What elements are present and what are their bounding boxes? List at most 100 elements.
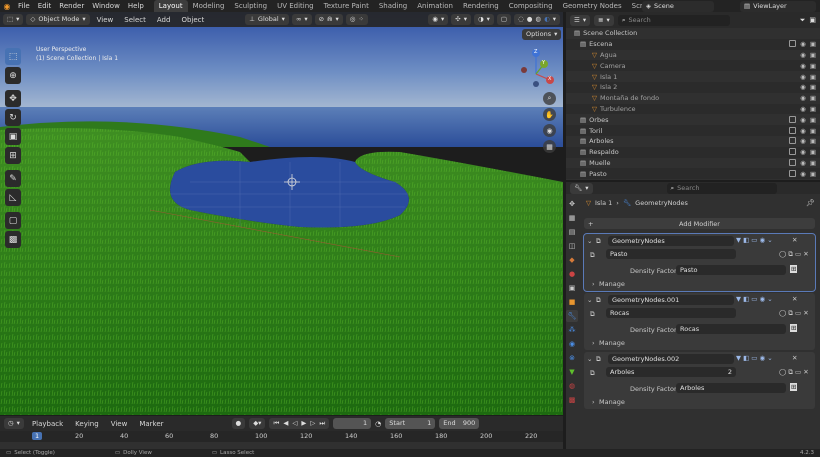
tab-compositing[interactable]: Compositing: [504, 0, 558, 12]
close-icon[interactable]: ✕: [792, 295, 797, 303]
density-field[interactable]: Rocas: [676, 324, 786, 334]
eye-icon[interactable]: ◉: [800, 137, 806, 145]
outliner-row[interactable]: ▤ Escena ◉ ▣: [566, 38, 820, 50]
pin-icon[interactable]: 📌︎: [806, 199, 815, 207]
modifier-tab-icon[interactable]: 🔧︎: [566, 310, 578, 322]
start-frame-field[interactable]: Start 1: [385, 418, 436, 429]
camera-render-icon[interactable]: ▣: [810, 137, 816, 145]
stopwatch-icon[interactable]: ◔: [375, 420, 381, 428]
density-field[interactable]: Pasto: [676, 265, 786, 275]
filter-icon[interactable]: ⏷: [800, 16, 806, 25]
world-tab-icon[interactable]: ●: [566, 268, 578, 280]
eye-icon[interactable]: ◉: [800, 170, 806, 178]
outliner-row[interactable]: ▤ Arboles ◉ ▣: [566, 136, 820, 147]
select-box-icon[interactable]: ⬚: [5, 48, 21, 65]
properties-editor-dropdown[interactable]: 🔧︎ ▾: [570, 182, 593, 194]
camera-render-icon[interactable]: ▣: [810, 148, 816, 156]
tab-texture-paint[interactable]: Texture Paint: [319, 0, 374, 12]
camera-render-icon[interactable]: ▣: [810, 127, 816, 135]
modifier-name-field[interactable]: GeometryNodes: [608, 236, 734, 246]
attribute-toggle-icon[interactable]: ⊞: [790, 383, 798, 391]
scene-selector[interactable]: ◈ Scene: [642, 1, 714, 12]
move-tool-icon[interactable]: ✥: [5, 90, 21, 107]
properties-search[interactable]: ⌕ Search: [666, 182, 777, 194]
navigation-gizmo[interactable]: Z X Y: [516, 48, 556, 88]
play-reverse-icon[interactable]: ◁: [292, 418, 297, 429]
node-group-actions[interactable]: ◯ ⧉ ▭ ✕: [779, 368, 809, 377]
collapse-chevron-icon[interactable]: ⌄: [587, 296, 592, 304]
overlay-toggle[interactable]: ◑ ▾: [473, 14, 494, 25]
tab-shading[interactable]: Shading: [374, 0, 412, 12]
exclude-checkbox[interactable]: [789, 148, 797, 156]
eye-icon[interactable]: ◉: [800, 51, 806, 59]
add-cube-alt-icon[interactable]: ▩: [5, 231, 21, 248]
outliner-search[interactable]: ⌕ Search: [617, 14, 730, 26]
play-icon[interactable]: ▶: [301, 418, 306, 429]
tab-animation[interactable]: Animation: [412, 0, 458, 12]
viewport-menu-view[interactable]: View: [93, 14, 118, 26]
modifier-toggle-icons[interactable]: ▼ ◧ ▭ ◉ ⌄: [736, 354, 773, 362]
view-layer-tab-icon[interactable]: ◫: [566, 240, 578, 252]
tab-sculpting[interactable]: Sculpting: [229, 0, 272, 12]
transform-orientation-dropdown[interactable]: ⊥ Global ▾: [245, 14, 289, 25]
density-field[interactable]: Arboles: [676, 383, 786, 393]
material-tab-icon[interactable]: ◍: [566, 380, 578, 392]
camera-render-icon[interactable]: ▣: [810, 159, 816, 167]
viewport-menu-object[interactable]: Object: [177, 14, 208, 26]
camera-render-icon[interactable]: ▣: [810, 51, 816, 59]
visibility-dropdown[interactable]: ◉ ▾: [428, 14, 449, 25]
tab-rendering[interactable]: Rendering: [458, 0, 504, 12]
mode-dropdown[interactable]: ◇ Object Mode ▾: [26, 14, 90, 25]
editor-type-dropdown[interactable]: ⬚ ▾: [3, 14, 24, 25]
close-icon[interactable]: ✕: [792, 354, 797, 362]
shading-modes[interactable]: ◌ ● ◍ ◐ ▾: [514, 14, 560, 25]
camera-render-icon[interactable]: ▣: [810, 94, 816, 102]
node-group-field[interactable]: Pasto: [606, 249, 736, 259]
viewport-menu-add[interactable]: Add: [153, 14, 175, 26]
record-toggle[interactable]: ●: [231, 418, 246, 429]
outliner-row[interactable]: ▽ Agua ◉ ▣: [566, 50, 820, 61]
snap-dropdown[interactable]: ⊘ ⋒ ▾: [314, 14, 343, 25]
annotate-tool-icon[interactable]: ✎: [5, 170, 21, 187]
current-frame-field[interactable]: 1: [333, 418, 372, 429]
eye-icon[interactable]: ◉: [800, 40, 806, 48]
manage-label[interactable]: Manage: [599, 280, 625, 288]
prev-key-icon[interactable]: ◀: [283, 418, 288, 429]
timeline-menu-playback[interactable]: Playback: [28, 418, 67, 430]
eye-icon[interactable]: ◉: [800, 62, 806, 70]
particles-tab-icon[interactable]: ⁂: [566, 324, 578, 336]
outliner-row[interactable]: ▤ Toril ◉ ▣: [566, 125, 820, 136]
outliner-row[interactable]: ▤ Respaldo ◉ ▣: [566, 146, 820, 158]
display-mode-dropdown[interactable]: ≣ ▾: [594, 14, 614, 26]
exclude-checkbox[interactable]: [789, 126, 797, 134]
eye-icon[interactable]: ◉: [800, 83, 806, 91]
collapse-chevron-icon[interactable]: ⌄: [587, 355, 592, 363]
jump-end-icon[interactable]: ⏭: [319, 418, 325, 429]
measure-tool-icon[interactable]: ◺: [5, 189, 21, 206]
exclude-checkbox[interactable]: [789, 137, 797, 145]
camera-render-icon[interactable]: ▣: [810, 62, 816, 70]
manage-label[interactable]: Manage: [599, 398, 625, 406]
menu-render[interactable]: Render: [55, 0, 88, 12]
physics-tab-icon[interactable]: ◉: [566, 338, 578, 350]
pivot-dropdown[interactable]: ∞ ▾: [291, 14, 312, 25]
add-cube-icon[interactable]: ▢: [5, 212, 21, 229]
menu-edit[interactable]: Edit: [34, 0, 56, 12]
eye-icon[interactable]: ◉: [800, 73, 806, 81]
proportional-editing[interactable]: ◎ ⁘: [345, 14, 368, 25]
tab-geometry-nodes[interactable]: Geometry Nodes: [558, 0, 627, 12]
attribute-toggle-icon[interactable]: ⊞: [790, 265, 798, 273]
viewport-menu-select[interactable]: Select: [120, 14, 150, 26]
add-modifier-button[interactable]: + Add Modifier: [584, 218, 815, 229]
timeline-editor-dropdown[interactable]: ◷ ▾: [4, 418, 24, 429]
tab-uv-editing[interactable]: UV Editing: [272, 0, 319, 12]
manage-chevron-icon[interactable]: ›: [592, 398, 595, 406]
eye-icon[interactable]: ◉: [800, 116, 806, 124]
camera-render-icon[interactable]: ▣: [810, 40, 816, 48]
menu-window[interactable]: Window: [88, 0, 124, 12]
tab-modeling[interactable]: Modeling: [188, 0, 230, 12]
outliner-row[interactable]: ▽ Montaña de fondo ◉ ▣: [566, 93, 820, 104]
options-dropdown[interactable]: Options ▾: [522, 29, 562, 40]
playback-controls[interactable]: ⏮ ◀ ◁ ▶ ▷ ⏭: [269, 418, 330, 429]
blender-logo-icon[interactable]: ◉: [0, 2, 14, 11]
